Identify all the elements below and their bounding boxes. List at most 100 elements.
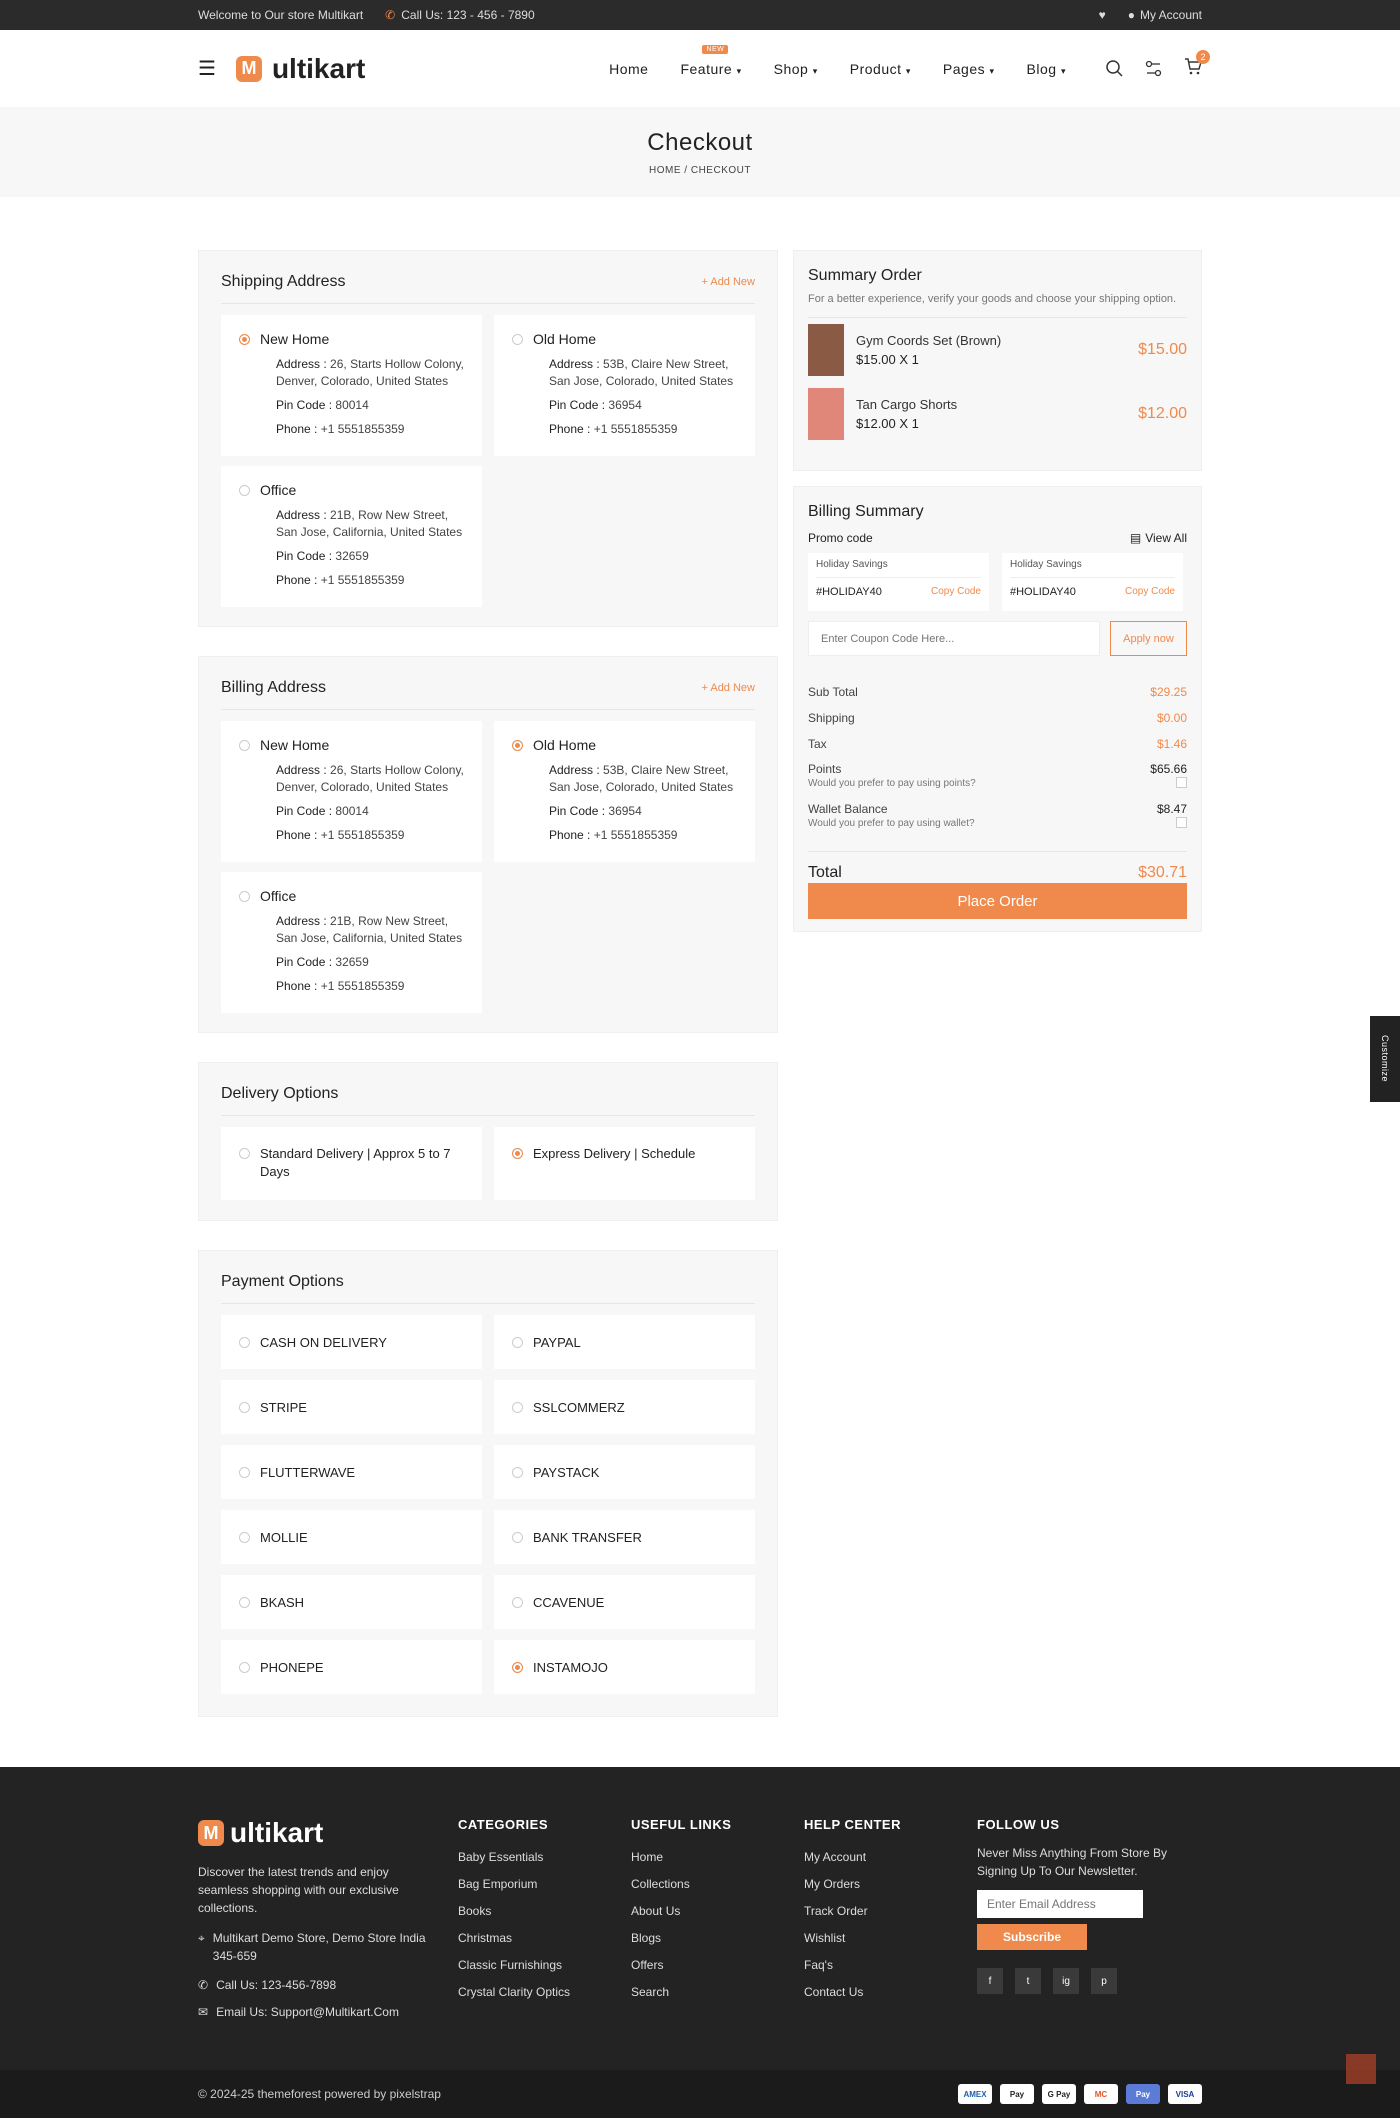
menu-pages[interactable]: Pages ▾ bbox=[943, 61, 995, 77]
radio-button[interactable] bbox=[512, 1148, 523, 1159]
footer-link[interactable]: Baby Essentials bbox=[458, 1850, 570, 1864]
radio-button[interactable] bbox=[239, 739, 250, 751]
menu-shop[interactable]: Shop ▾ bbox=[774, 61, 818, 77]
footer-link[interactable]: Crystal Clarity Optics bbox=[458, 1985, 570, 1999]
compare-icon[interactable] bbox=[1145, 60, 1162, 77]
customize-tab[interactable]: Customize bbox=[1370, 1016, 1400, 1102]
place-order-button[interactable]: Place Order bbox=[808, 883, 1187, 919]
radio-button[interactable] bbox=[512, 1401, 523, 1413]
payment-icons: AMEX Pay G Pay MC Pay VISA bbox=[958, 2084, 1202, 2104]
radio-button[interactable] bbox=[512, 1596, 523, 1608]
radio-button[interactable] bbox=[239, 1661, 250, 1673]
radio-button[interactable] bbox=[512, 1661, 523, 1673]
scroll-to-top-button[interactable] bbox=[1346, 2054, 1376, 2084]
footer-link[interactable]: Collections bbox=[631, 1877, 731, 1891]
instagram-icon[interactable]: ig bbox=[1053, 1968, 1079, 1994]
radio-button[interactable] bbox=[512, 333, 523, 345]
product-image[interactable] bbox=[808, 388, 844, 440]
radio-button[interactable] bbox=[239, 1148, 250, 1159]
radio-button[interactable] bbox=[239, 1596, 250, 1608]
delivery-option-express[interactable]: Express Delivery | Schedule bbox=[494, 1127, 755, 1200]
footer-link[interactable]: Bag Emporium bbox=[458, 1877, 570, 1891]
delivery-option-standard[interactable]: Standard Delivery | Approx 5 to 7 Days bbox=[221, 1127, 482, 1200]
subscribe-button[interactable]: Subscribe bbox=[977, 1924, 1087, 1950]
radio-button[interactable] bbox=[239, 484, 250, 496]
payment-option[interactable]: MOLLIE bbox=[221, 1510, 482, 1564]
payment-option[interactable]: CASH ON DELIVERY bbox=[221, 1315, 482, 1369]
payment-option[interactable]: PAYSTACK bbox=[494, 1445, 755, 1499]
payment-option[interactable]: BANK TRANSFER bbox=[494, 1510, 755, 1564]
footer-link[interactable]: Search bbox=[631, 1985, 731, 1999]
points-checkbox[interactable] bbox=[1176, 777, 1187, 788]
footer-link[interactable]: Home bbox=[631, 1850, 731, 1864]
footer-link[interactable]: Classic Furnishings bbox=[458, 1958, 570, 1972]
pinterest-icon[interactable]: p bbox=[1091, 1968, 1117, 1994]
footer-link[interactable]: Faq's bbox=[804, 1958, 901, 1972]
chevron-down-icon: ▾ bbox=[905, 65, 911, 76]
billing-add-new-button[interactable]: + Add New bbox=[701, 682, 755, 694]
crumb-home[interactable]: HOME bbox=[649, 165, 681, 176]
shipping-add-new-button[interactable]: + Add New bbox=[701, 276, 755, 288]
footer-link[interactable]: Offers bbox=[631, 1958, 731, 1972]
radio-button[interactable] bbox=[239, 1531, 250, 1543]
radio-button[interactable] bbox=[239, 1336, 250, 1348]
copy-code-button[interactable]: Copy Code bbox=[931, 586, 981, 598]
menu-home[interactable]: Home bbox=[609, 61, 648, 77]
payment-option[interactable]: PHONEPE bbox=[221, 1640, 482, 1694]
footer-link[interactable]: Blogs bbox=[631, 1931, 731, 1945]
payment-option[interactable]: BKASH bbox=[221, 1575, 482, 1629]
radio-button[interactable] bbox=[512, 739, 523, 751]
summary-product: Gym Coords Set (Brown) $15.00 X 1 $15.00 bbox=[808, 318, 1187, 382]
radio-button[interactable] bbox=[239, 890, 250, 902]
menu-feature[interactable]: NEW Feature ▾ bbox=[680, 44, 741, 77]
heart-icon[interactable]: ♥ bbox=[1099, 8, 1106, 22]
footer-link[interactable]: Track Order bbox=[804, 1904, 901, 1918]
menu-blog[interactable]: Blog ▾ bbox=[1027, 61, 1066, 77]
footer-link[interactable]: Wishlist bbox=[804, 1931, 901, 1945]
radio-button[interactable] bbox=[512, 1531, 523, 1543]
billing-card-new-home[interactable]: New Home Address : 26, Starts Hollow Col… bbox=[221, 721, 482, 862]
view-all-link[interactable]: ▤ View All bbox=[1130, 531, 1187, 545]
shipping-card-office[interactable]: Office Address : 21B, Row New Street, Sa… bbox=[221, 466, 482, 607]
footer-about: Discover the latest trends and enjoy sea… bbox=[198, 1865, 399, 1915]
search-icon[interactable] bbox=[1106, 60, 1123, 77]
footer-link[interactable]: My Orders bbox=[804, 1877, 901, 1891]
shipping-card-new-home[interactable]: New Home Address : 26, Starts Hollow Col… bbox=[221, 315, 482, 456]
radio-button[interactable] bbox=[512, 1466, 523, 1478]
my-account-link[interactable]: ● My Account bbox=[1128, 8, 1202, 22]
footer-link[interactable]: My Account bbox=[804, 1850, 901, 1864]
wallet-checkbox[interactable] bbox=[1176, 817, 1187, 828]
cart-button[interactable]: 2 bbox=[1184, 49, 1210, 80]
logo[interactable]: Multikart bbox=[235, 53, 365, 85]
payment-option[interactable]: SSLCOMMERZ bbox=[494, 1380, 755, 1434]
billing-card-old-home[interactable]: Old Home Address : 53B, Claire New Stree… bbox=[494, 721, 755, 862]
apply-now-button[interactable]: Apply now bbox=[1110, 621, 1187, 656]
product-image[interactable] bbox=[808, 324, 844, 376]
radio-button[interactable] bbox=[239, 1466, 250, 1478]
footer-link[interactable]: Books bbox=[458, 1904, 570, 1918]
radio-button[interactable] bbox=[239, 1401, 250, 1413]
chevron-down-icon: ▾ bbox=[989, 65, 995, 76]
summary-subtitle: For a better experience, verify your goo… bbox=[808, 291, 1187, 318]
copy-code-button[interactable]: Copy Code bbox=[1125, 586, 1175, 598]
hamburger-icon[interactable]: ☰ bbox=[198, 56, 216, 81]
radio-button[interactable] bbox=[239, 333, 250, 345]
payment-option[interactable]: PAYPAL bbox=[494, 1315, 755, 1369]
coupon-input[interactable] bbox=[808, 621, 1100, 656]
footer-link[interactable]: Christmas bbox=[458, 1931, 570, 1945]
footer-col-title: HELP CENTER bbox=[804, 1817, 901, 1832]
newsletter-email-input[interactable] bbox=[977, 1890, 1143, 1918]
payment-option[interactable]: FLUTTERWAVE bbox=[221, 1445, 482, 1499]
footer-link[interactable]: Contact Us bbox=[804, 1985, 901, 1999]
shipping-card-old-home[interactable]: Old Home Address : 53B, Claire New Stree… bbox=[494, 315, 755, 456]
payment-option[interactable]: STRIPE bbox=[221, 1380, 482, 1434]
payment-option[interactable]: INSTAMOJO bbox=[494, 1640, 755, 1694]
payment-option[interactable]: CCAVENUE bbox=[494, 1575, 755, 1629]
billing-card-office[interactable]: Office Address : 21B, Row New Street, Sa… bbox=[221, 872, 482, 1013]
footer-logo[interactable]: Multikart bbox=[198, 1817, 428, 1849]
menu-product[interactable]: Product ▾ bbox=[850, 61, 911, 77]
facebook-icon[interactable]: f bbox=[977, 1968, 1003, 1994]
radio-button[interactable] bbox=[512, 1336, 523, 1348]
twitter-icon[interactable]: t bbox=[1015, 1968, 1041, 1994]
footer-link[interactable]: About Us bbox=[631, 1904, 731, 1918]
